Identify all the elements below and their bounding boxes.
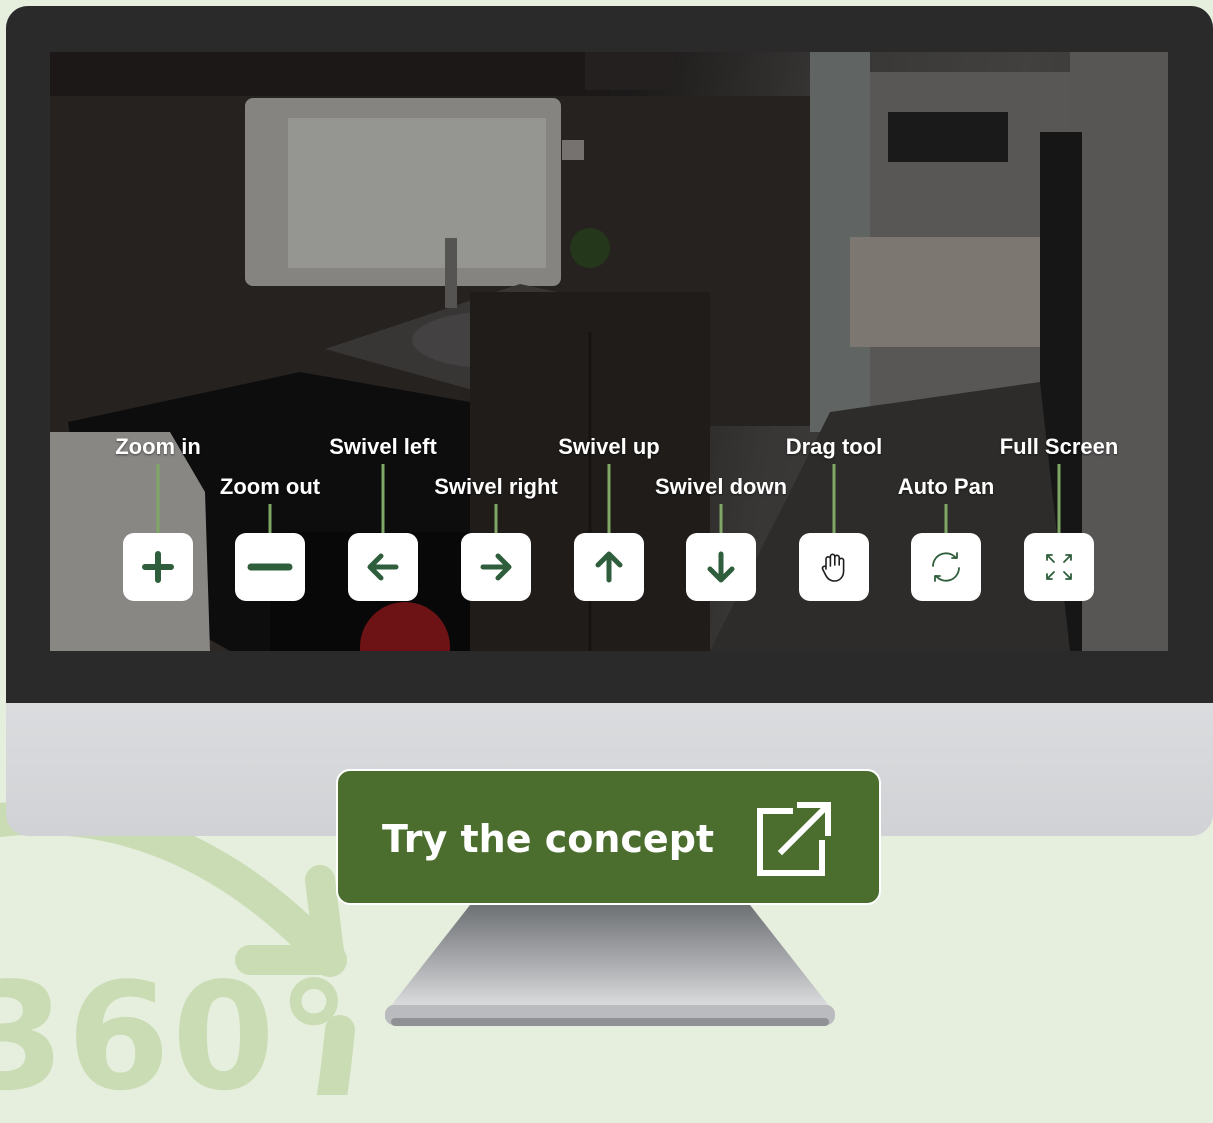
auto-pan-connector	[944, 504, 948, 534]
arrow-up-icon	[595, 551, 623, 583]
swivel-up-button[interactable]	[574, 533, 644, 601]
arrow-right-icon	[480, 553, 512, 581]
zoom-out-button[interactable]	[235, 533, 305, 601]
zoom-in-button[interactable]	[123, 533, 193, 601]
monitor-bezel: Zoom in Zoom out Swivel left Swivel righ…	[6, 6, 1213, 703]
panorama-viewer[interactable]: Zoom in Zoom out Swivel left Swivel righ…	[50, 52, 1168, 651]
drag-tool-label: Drag tool	[785, 434, 883, 459]
swivel-down-connector	[719, 504, 723, 534]
zoom-in-label: Zoom in	[115, 434, 201, 459]
swivel-left-button[interactable]	[348, 533, 418, 601]
rotate-icon	[932, 552, 960, 582]
full-screen-label: Full Screen	[999, 434, 1119, 459]
swivel-left-label: Swivel left	[329, 434, 437, 459]
swivel-right-label: Swivel right	[434, 474, 558, 499]
swivel-right-button[interactable]	[461, 533, 531, 601]
arrow-down-icon	[707, 551, 735, 583]
try-concept-button[interactable]: Try the concept	[336, 769, 881, 905]
zoom-in-connector	[156, 464, 160, 534]
swivel-up-connector	[607, 464, 611, 534]
fullscreen-icon	[1046, 554, 1072, 580]
auto-pan-button[interactable]	[911, 533, 981, 601]
drag-tool-button[interactable]	[799, 533, 869, 601]
hand-icon	[821, 553, 845, 582]
full-screen-button[interactable]	[1024, 533, 1094, 601]
viewer-controls: Zoom in Zoom out Swivel left Swivel righ…	[50, 52, 1168, 651]
swivel-right-connector	[494, 504, 498, 534]
swivel-down-label: Swivel down	[654, 474, 788, 499]
try-concept-label: Try the concept	[382, 817, 715, 861]
swivel-up-label: Swivel up	[558, 434, 660, 459]
zoom-out-label: Zoom out	[219, 474, 321, 499]
decorative-360-text: 360°	[0, 951, 353, 1123]
auto-pan-label: Auto Pan	[897, 474, 995, 499]
arrow-left-icon	[367, 553, 399, 581]
swivel-down-button[interactable]	[686, 533, 756, 601]
monitor: Zoom in Zoom out Swivel left Swivel righ…	[6, 6, 1213, 836]
minus-icon	[247, 563, 293, 571]
full-screen-connector	[1057, 464, 1061, 534]
swivel-left-connector	[381, 464, 385, 534]
plus-icon	[142, 551, 174, 583]
external-link-icon	[757, 802, 831, 876]
monitor-stand	[385, 905, 835, 1026]
drag-tool-connector	[832, 464, 836, 534]
zoom-out-connector	[268, 504, 272, 534]
